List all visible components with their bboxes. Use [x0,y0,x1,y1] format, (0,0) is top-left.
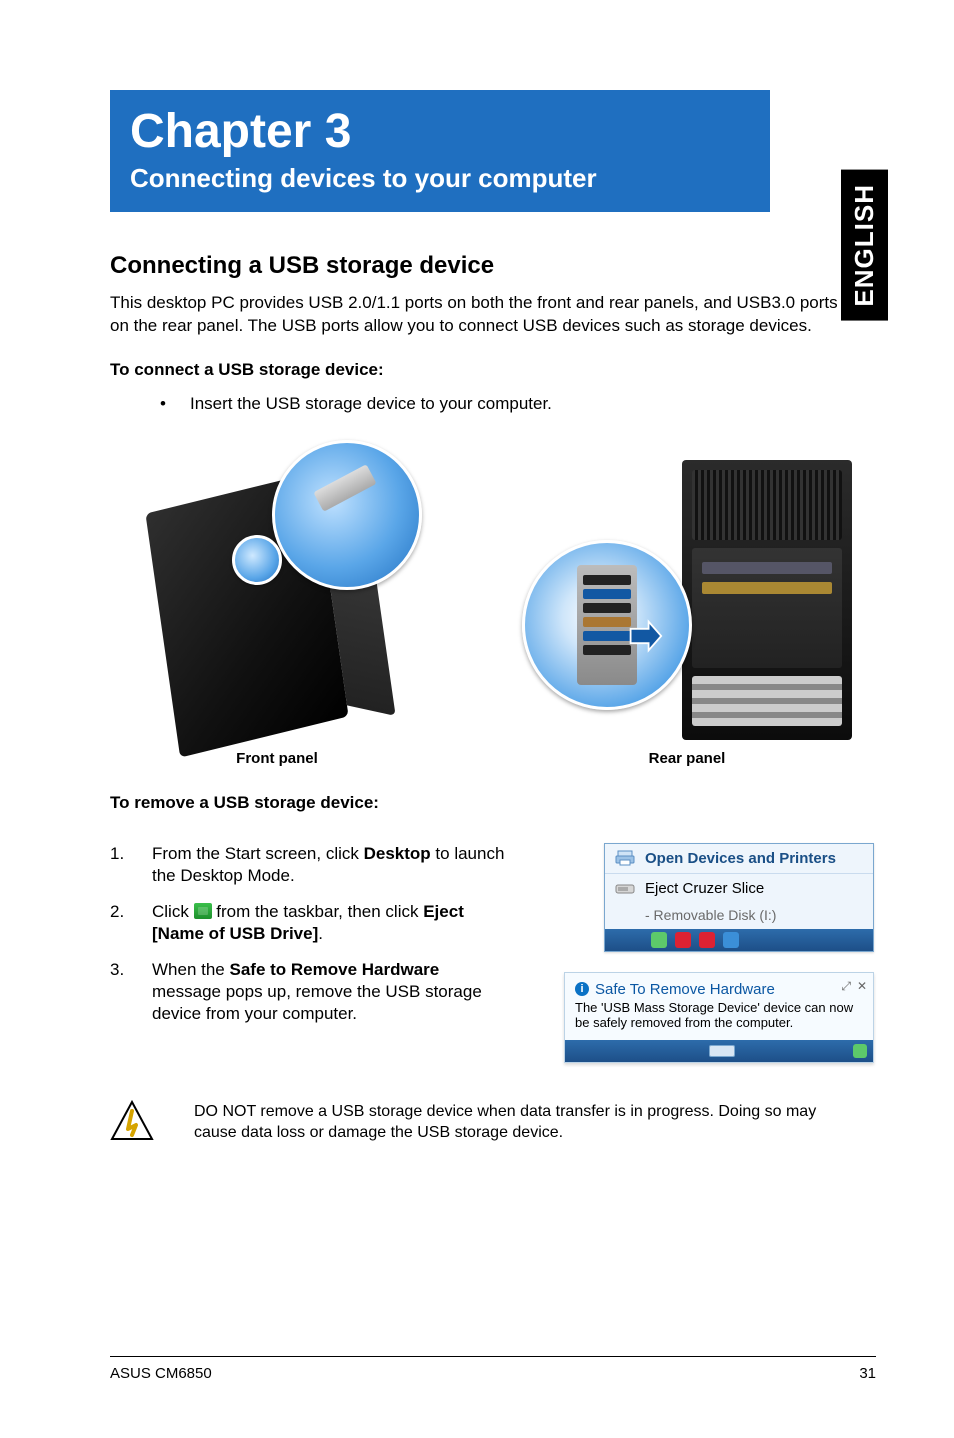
remove-step-3: 3. When the Safe to Remove Hardware mess… [110,959,510,1025]
step-text: . [318,924,323,943]
front-callout-bubble [272,440,422,590]
bullet-dot: • [160,394,190,414]
toast-pin-icon[interactable]: ⤢ [841,979,851,994]
remove-steps-row: 1. From the Start screen, click Desktop … [110,843,874,1063]
toast-close-icon[interactable]: ✕ [857,979,867,994]
eject-context-menu: Open Devices and Printers Eject Cruzer S… [604,843,874,952]
footer-model: ASUS CM6850 [110,1365,212,1382]
usb-stick-illustration [313,464,376,512]
menu-eject-label: Eject Cruzer Slice [645,880,764,897]
language-side-tab: ENGLISH [841,170,888,321]
section-intro: This desktop PC provides USB 2.0/1.1 por… [110,292,850,338]
taskbar-tray [605,929,873,951]
connect-heading: To connect a USB storage device: [110,360,874,380]
step-number: 3. [110,959,152,1025]
front-panel-figure: Front panel [132,440,422,767]
rear-panel-caption: Rear panel [649,750,726,767]
connect-bullet: • Insert the USB storage device to your … [160,394,874,414]
connect-bullet-text: Insert the USB storage device to your co… [190,394,552,414]
remove-step-2: 2. Click from the taskbar, then click Ej… [110,901,510,945]
arrow-icon [627,618,663,654]
rear-tower-illustration [682,460,852,740]
step-text: message pops up, remove the USB storage … [152,982,482,1023]
step-text: Click [152,902,194,921]
step-text: When the [152,960,230,979]
chapter-banner: Chapter 3 Connecting devices to your com… [110,90,770,212]
step-number: 2. [110,901,152,945]
keyboard-icon [709,1045,735,1057]
chapter-subtitle: Connecting devices to your computer [130,163,750,194]
safe-remove-toast: ⤢ ✕ i Safe To Remove Hardware The 'USB M… [564,972,874,1063]
page-footer: ASUS CM6850 31 [110,1356,876,1382]
tray-icon [699,932,715,948]
drive-icon [615,880,635,896]
menu-open-devices-label: Open Devices and Printers [645,850,836,867]
toast-body: The 'USB Mass Storage Device' device can… [575,1000,863,1030]
remove-step-1: 1. From the Start screen, click Desktop … [110,843,510,887]
rear-panel-figure: Rear panel [522,450,852,767]
warning-icon [110,1099,154,1143]
section-heading: Connecting a USB storage device [110,252,874,280]
front-callout-small [232,535,282,585]
menu-open-devices[interactable]: Open Devices and Printers [605,844,873,873]
panel-images-row: Front panel [132,440,852,767]
tray-icon [723,932,739,948]
warning-text: DO NOT remove a USB storage device when … [194,1099,850,1144]
front-panel-caption: Front panel [236,750,318,767]
toast-title-row: i Safe To Remove Hardware [575,981,863,998]
remove-heading: To remove a USB storage device: [110,793,874,813]
step-text: from the taskbar, then click [212,902,424,921]
tray-green-icon [853,1044,867,1058]
menu-eject-drive[interactable]: Eject Cruzer Slice [605,873,873,903]
step-bold: Desktop [364,844,431,863]
chapter-title: Chapter 3 [130,104,750,159]
warning-note: DO NOT remove a USB storage device when … [110,1099,850,1144]
step-number: 1. [110,843,152,887]
step-text: From the Start screen, click [152,844,364,863]
info-icon: i [575,982,589,996]
footer-page-number: 31 [859,1365,876,1382]
menu-removable-disk[interactable]: - Removable Disk (I:) [605,903,873,929]
toast-title: Safe To Remove Hardware [595,981,775,998]
tray-icon [675,932,691,948]
taskbar-eject-icon [194,903,212,919]
tray-icon [651,932,667,948]
step-bold: Safe to Remove Hardware [230,960,440,979]
toast-taskbar [565,1040,873,1062]
toast-controls: ⤢ ✕ [841,979,867,994]
rear-callout-bubble [522,540,692,710]
printer-icon [615,850,635,866]
remove-steps-list: 1. From the Start screen, click Desktop … [110,843,510,1026]
